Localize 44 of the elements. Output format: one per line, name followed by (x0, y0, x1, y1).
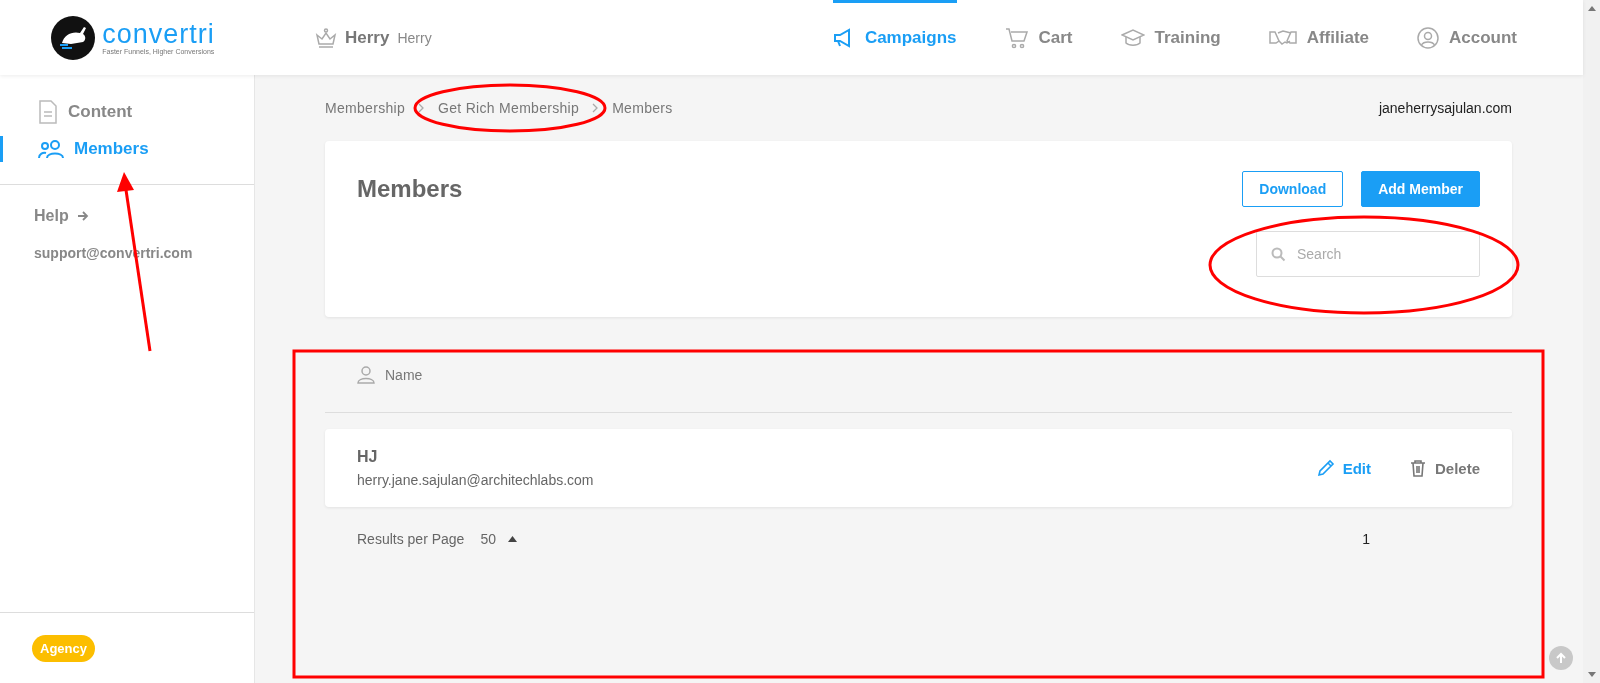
page-link[interactable]: 1 (1362, 531, 1370, 547)
plan-badge: Agency (32, 634, 95, 662)
delete-link[interactable]: Delete (1408, 459, 1480, 477)
user-icon (357, 365, 375, 384)
breadcrumb-link[interactable]: Get Rich Membership (438, 100, 580, 116)
account-domain: janeherrysajulan.com (1378, 100, 1512, 116)
page-title: Members (357, 175, 463, 204)
member-name: HJ (357, 448, 379, 466)
scroll-down-arrow-icon[interactable] (1587, 672, 1596, 677)
sidebar-item[interactable]: Content (0, 99, 254, 125)
member-email: herry.jane.sajulan@architechlabs.com (357, 472, 594, 488)
add-button[interactable]: Add Member (1361, 171, 1480, 207)
download-button[interactable]: Download (1242, 171, 1344, 207)
trash-icon (1408, 459, 1427, 477)
nav-tab[interactable]: Cart (1004, 0, 1073, 75)
arrow-up-icon (1555, 652, 1567, 664)
nav-tab[interactable]: Training (1120, 0, 1221, 75)
crown-icon (315, 27, 337, 48)
workspace-subtitle: Herry (397, 29, 432, 46)
per-page-dropdown[interactable]: 50 (480, 531, 517, 547)
chevron-right-icon (592, 103, 600, 113)
caret-up-icon (508, 536, 517, 542)
scroll-up-arrow-icon[interactable] (1587, 6, 1596, 11)
user-circle-icon (1417, 26, 1439, 49)
breadcrumb-link[interactable]: Membership (325, 100, 406, 116)
document-icon (38, 100, 58, 124)
people-icon (38, 139, 64, 159)
cart-icon (1004, 26, 1029, 49)
workspace-name: Herry (345, 27, 390, 48)
breadcrumb-current: Members (612, 100, 673, 116)
search-icon (1271, 247, 1286, 262)
column-header: Name (385, 366, 423, 383)
results-per-page-label: Results per Page (357, 531, 465, 547)
logo-wordmark: convertri (102, 20, 215, 48)
graduation-cap-icon (1120, 27, 1145, 48)
nav-tab[interactable]: Account (1417, 0, 1517, 75)
edit-link[interactable]: Edit (1316, 459, 1371, 477)
arrow-right-icon (76, 210, 89, 222)
pencil-icon (1316, 459, 1335, 477)
chevron-right-icon (418, 103, 426, 113)
search-field[interactable]: Search (1256, 231, 1480, 277)
help-link[interactable]: Help (34, 207, 254, 225)
nav-tab[interactable]: Affiliate (1268, 0, 1369, 75)
scrollbar[interactable] (1583, 0, 1600, 683)
